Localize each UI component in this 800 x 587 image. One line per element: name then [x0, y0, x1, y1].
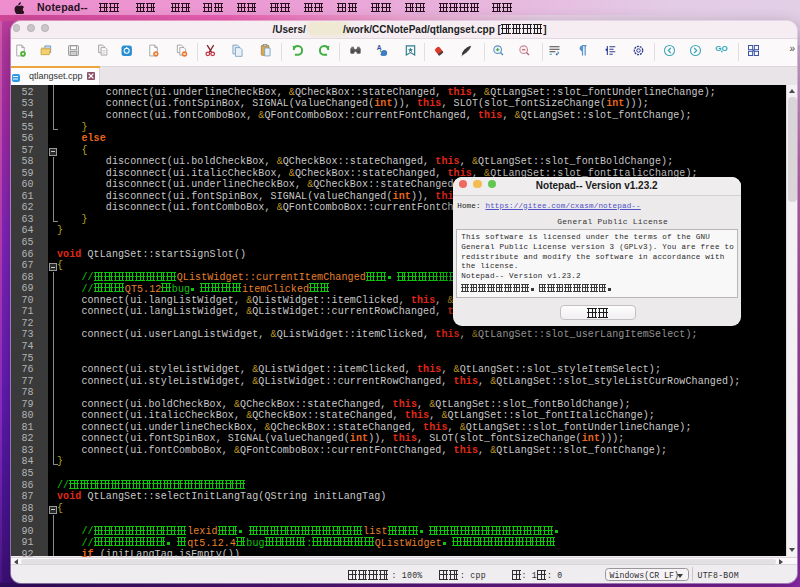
- svg-text:A: A: [376, 44, 381, 51]
